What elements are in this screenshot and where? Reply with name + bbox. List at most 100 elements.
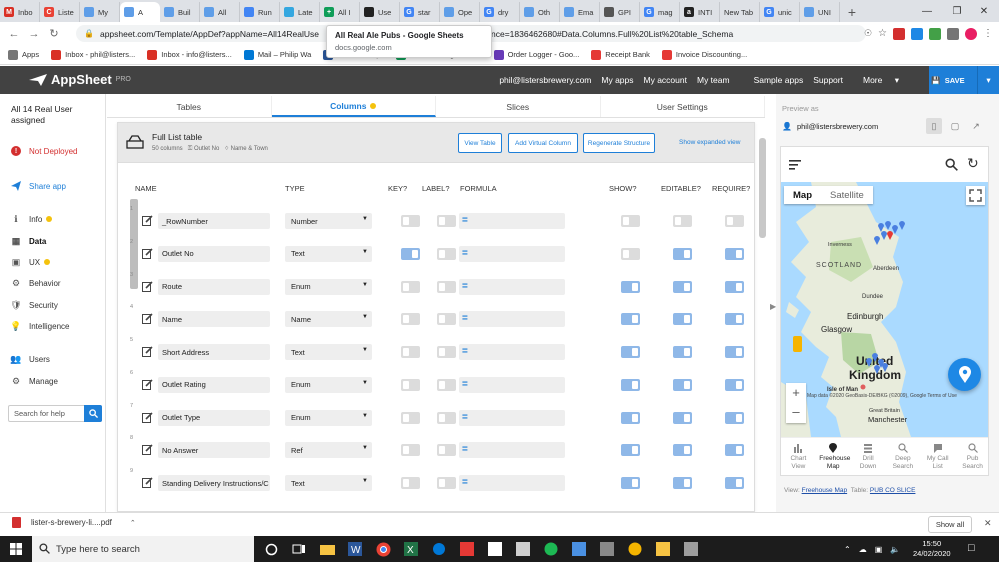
tab-tables[interactable]: Tables [107,96,272,117]
zoom-in-button[interactable]: + [786,383,806,402]
sidebar-item-intelligence[interactable]: 💡 Intelligence [10,321,69,331]
browser-tab[interactable]: Buil [160,2,200,22]
sidebar-item-manage[interactable]: ⚙ Manage [11,376,58,386]
column-type-select[interactable]: Text ▼ [285,245,372,262]
bottom-nav-item[interactable]: Deep Search [885,438,920,475]
label-toggle[interactable] [437,313,456,326]
column-name-input[interactable]: Outlet Type [158,409,270,426]
column-type-select[interactable]: Ref ▼ [285,442,372,459]
browser-tab[interactable]: New Tab [720,2,760,22]
excel-icon[interactable]: X [402,540,420,558]
formula-input[interactable]: = [459,475,565,491]
bottom-nav-item[interactable]: Pub Search [955,438,988,475]
edit-icon[interactable] [142,280,153,292]
satellite-tab[interactable]: Satellite [821,186,873,204]
label-toggle[interactable] [437,280,456,293]
sample-apps-link[interactable]: Sample apps [754,75,804,85]
help-search-input[interactable]: Search for help [8,405,102,422]
hamburger-menu-icon[interactable] [789,160,801,170]
location-fab[interactable] [948,358,981,391]
editable-toggle[interactable] [673,346,692,358]
column-type-select[interactable]: Text ▼ [285,475,372,491]
bottom-nav-item[interactable]: Chart View [781,438,816,475]
browser-tab[interactable]: Ema [560,2,600,22]
add-virtual-column-button[interactable]: Add Virtual Column [508,133,578,153]
browser-tab[interactable]: Late [280,2,320,22]
editable-toggle[interactable] [673,215,692,227]
new-tab-button[interactable]: + [840,2,864,22]
browser-tab[interactable]: Ope [440,2,480,22]
sidebar-item-ux[interactable]: ▣ UX [11,257,51,267]
view-table-button[interactable]: View Table [458,133,502,153]
key-toggle[interactable] [401,280,420,293]
volume-icon[interactable]: 🔈 [890,545,900,554]
app-icon[interactable] [682,540,700,558]
column-name-input[interactable]: No Answer [158,442,270,459]
key-toggle[interactable] [401,346,420,358]
file-explorer-icon[interactable] [318,540,336,558]
extension-icon[interactable] [929,27,941,40]
profile-avatar-icon[interactable] [965,27,977,40]
label-toggle[interactable] [437,346,456,358]
edit-icon[interactable] [142,313,153,325]
bookmark-item[interactable]: Apps [8,49,39,60]
open-external-icon[interactable]: ↗ [968,118,984,134]
close-downloads-icon[interactable]: ✕ [984,518,992,529]
bottom-nav-item[interactable]: Drill Down [851,438,886,475]
my-apps-link[interactable]: My apps [601,75,633,85]
show-toggle[interactable] [621,313,640,326]
support-link[interactable]: Support [813,75,843,85]
map-tab[interactable]: Map [784,186,821,204]
reload-icon[interactable]: ↻ [44,27,64,40]
label-toggle[interactable] [437,378,456,391]
tab-user-settings[interactable]: User Settings [601,96,765,117]
app-icon[interactable] [514,540,532,558]
key-toggle[interactable] [401,444,420,457]
required-toggle[interactable] [725,247,744,260]
app-icon[interactable] [598,540,616,558]
column-type-select[interactable]: Name ▼ [285,311,372,328]
system-clock[interactable]: 15:50 24/02/2020 [913,539,951,559]
bottom-nav-item[interactable]: Freehouse Map [816,438,851,475]
appsheet-logo[interactable]: AppSheet PRO [28,72,131,87]
table-link[interactable]: PUB CO SLICE [870,487,916,494]
close-window-icon[interactable]: ✕ [969,0,999,22]
menu-dots-icon[interactable]: ⋮ [983,28,993,39]
column-type-select[interactable]: Enum ▼ [285,278,372,295]
column-type-select[interactable]: Text ▼ [285,344,372,360]
browser-tab[interactable]: GPI [600,2,640,22]
column-name-input[interactable]: _RowNumber [158,213,270,229]
browser-tab[interactable]: Gmag [640,2,680,22]
bookmark-star-icon[interactable]: ☆ [878,28,887,39]
bookmark-item[interactable]: Inbox - info@listers... [147,49,232,60]
editable-toggle[interactable] [673,444,692,457]
bookmark-item[interactable]: Invoice Discounting... [661,49,747,60]
extension-icon[interactable] [911,27,923,40]
browser-tab[interactable]: All [200,2,240,22]
view-link[interactable]: Freehouse Map [802,487,848,494]
formula-input[interactable]: = [459,376,565,393]
browser-tab[interactable]: + All I [320,2,360,22]
required-toggle[interactable] [725,313,744,326]
my-team-link[interactable]: My team [697,75,730,85]
editable-toggle[interactable] [673,378,692,391]
app-icon[interactable] [486,540,504,558]
save-button[interactable]: 💾 SAVE [929,66,977,94]
required-toggle[interactable] [725,378,744,391]
formula-input[interactable]: = [459,245,565,262]
minimize-icon[interactable]: — [912,0,942,22]
browser-tab[interactable]: A [120,2,160,22]
share-app-link[interactable]: Share app [11,181,66,191]
column-type-select[interactable]: Enum ▼ [285,376,372,393]
search-icon[interactable] [84,405,102,422]
show-toggle[interactable] [621,477,640,489]
column-name-input[interactable]: Route [158,278,270,295]
column-type-select[interactable]: Number ▼ [285,213,372,229]
app-icon[interactable] [458,540,476,558]
task-view-icon[interactable] [290,540,308,558]
fullscreen-icon[interactable] [966,186,985,205]
show-toggle[interactable] [621,280,640,293]
edit-icon[interactable] [142,477,153,488]
required-toggle[interactable] [725,411,744,424]
browser-tab[interactable]: Gstar [400,2,440,22]
